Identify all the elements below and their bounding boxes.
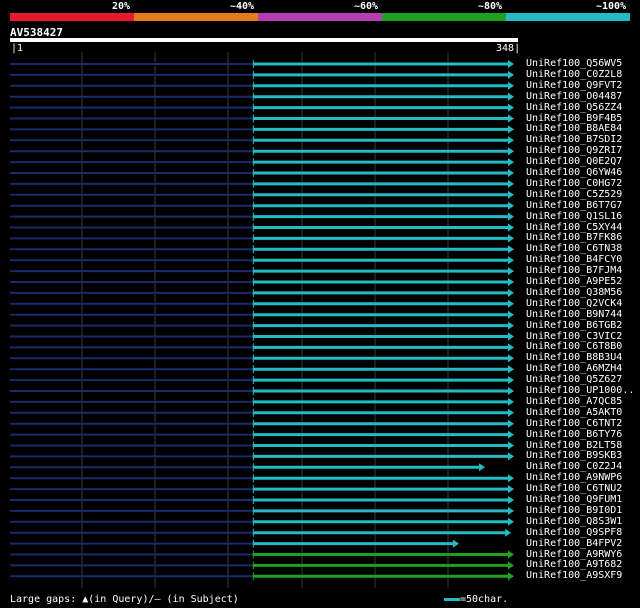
- hit-label[interactable]: UniRef100_C0HG72: [526, 178, 622, 189]
- hit-label[interactable]: UniRef100_A5AKT0: [526, 407, 622, 418]
- hit-arrow-icon: [508, 256, 514, 265]
- hit-label[interactable]: UniRef100_B9SKB3: [526, 450, 622, 461]
- scale-legend: =50char.: [444, 594, 508, 605]
- hit-arrow-icon: [508, 288, 514, 297]
- hit-label[interactable]: UniRef100_C0Z2J4: [526, 461, 622, 472]
- hit-arrow-icon: [508, 310, 514, 319]
- hit-arrow-icon: [508, 158, 514, 167]
- hit-label[interactable]: UniRef100_B4FPV2: [526, 538, 622, 549]
- hit-label[interactable]: UniRef100_C6T8B0: [526, 341, 622, 352]
- hit-arrow-icon: [508, 517, 514, 526]
- hit-arrow-icon: [508, 278, 514, 286]
- hit-arrow-icon: [508, 179, 514, 188]
- hit-arrow-icon: [508, 125, 514, 134]
- hit-label[interactable]: UniRef100_O04487: [526, 91, 622, 102]
- hit-label[interactable]: UniRef100_Q0E2Q7: [526, 156, 622, 167]
- hit-label[interactable]: UniRef100_Q9SPF8: [526, 527, 622, 538]
- hit-label[interactable]: UniRef100_B7FJM4: [526, 265, 622, 276]
- scale-bar-icon: [444, 597, 460, 601]
- hit-arrow-icon: [508, 223, 514, 232]
- hit-arrow-icon: [508, 212, 514, 221]
- hit-arrow-icon: [508, 572, 514, 581]
- hit-label[interactable]: UniRef100_Q38M56: [526, 287, 622, 298]
- hit-label[interactable]: UniRef100_C3VIC2: [526, 331, 622, 342]
- hit-label[interactable]: UniRef100_Q5Z627: [526, 374, 622, 385]
- hit-label[interactable]: UniRef100_A9SXF9: [526, 570, 622, 581]
- hit-label[interactable]: UniRef100_A7QC85: [526, 396, 622, 407]
- hit-label[interactable]: UniRef100_Q1SL16: [526, 211, 622, 222]
- hit-label[interactable]: UniRef100_Q56ZZ4: [526, 102, 622, 113]
- hit-label[interactable]: UniRef100_B8AE84: [526, 123, 622, 134]
- hit-arrow-icon: [508, 190, 514, 199]
- hit-label[interactable]: UniRef100_Q9FVT2: [526, 80, 622, 91]
- hit-arrow-icon: [508, 169, 514, 177]
- hit-arrow-icon: [508, 550, 514, 559]
- hit-label[interactable]: UniRef100_A9T682: [526, 559, 622, 570]
- hit-arrow-icon: [508, 354, 514, 363]
- hit-label[interactable]: UniRef100_B4FCY0: [526, 254, 622, 265]
- hit-arrow-icon: [508, 452, 514, 461]
- hit-arrow-icon: [508, 92, 514, 101]
- hit-label[interactable]: UniRef100_Q6YW46: [526, 167, 622, 178]
- hit-arrow-icon: [508, 441, 514, 450]
- hit-arrow-icon: [508, 397, 514, 406]
- hit-arrow-icon: [508, 299, 514, 308]
- hit-arrow-icon: [508, 365, 514, 374]
- hit-label[interactable]: UniRef100_A6MZH4: [526, 363, 622, 374]
- hit-arrow-icon: [508, 114, 514, 123]
- hit-arrow-icon: [505, 528, 512, 537]
- hit-arrow-icon: [508, 343, 514, 352]
- hit-label[interactable]: UniRef100_C6TN38: [526, 243, 622, 254]
- hit-arrow-icon: [508, 419, 514, 428]
- hit-label[interactable]: UniRef100_Q9ZRI7: [526, 145, 622, 156]
- hit-label[interactable]: UniRef100_Q2VCK4: [526, 298, 622, 309]
- hit-label[interactable]: UniRef100_B6TGB2: [526, 320, 622, 331]
- hit-arrow-icon: [508, 408, 514, 417]
- hit-label[interactable]: UniRef100_B9N744: [526, 309, 622, 320]
- hit-arrow-icon: [508, 60, 514, 68]
- hit-label[interactable]: UniRef100_A9PE52: [526, 276, 622, 287]
- hit-arrow-icon: [479, 463, 486, 472]
- hit-arrow-icon: [508, 376, 514, 385]
- hit-label[interactable]: UniRef100_A9RWY6: [526, 549, 622, 560]
- hit-label[interactable]: UniRef100_Q9FUM1: [526, 494, 622, 505]
- hit-arrow-icon: [508, 561, 514, 570]
- hit-label[interactable]: UniRef100_C6TNT2: [526, 418, 622, 429]
- hit-label[interactable]: UniRef100_B9I0D1: [526, 505, 622, 516]
- hit-label[interactable]: UniRef100_C5Z529: [526, 189, 622, 200]
- hit-label[interactable]: UniRef100_B7SDI2: [526, 134, 622, 145]
- hit-label[interactable]: UniRef100_UP1000..: [526, 385, 634, 396]
- hit-label[interactable]: UniRef100_A9NWP6: [526, 472, 622, 483]
- hit-arrow-icon: [508, 70, 514, 79]
- hit-arrow-icon: [508, 506, 514, 515]
- hit-label[interactable]: UniRef100_B8B3U4: [526, 352, 622, 363]
- hit-arrow-icon: [508, 321, 514, 330]
- hit-label[interactable]: UniRef100_B6TY76: [526, 429, 622, 440]
- hit-label[interactable]: UniRef100_C5XY44: [526, 222, 622, 233]
- hit-arrow-icon: [508, 103, 514, 112]
- footer-gap-legend: Large gaps: ▲(in Query)/– (in Subject): [10, 594, 239, 605]
- hit-arrow-icon: [508, 474, 514, 483]
- hit-arrow-icon: [508, 136, 514, 145]
- hit-arrow-icon: [508, 245, 514, 254]
- hit-arrow-icon: [508, 147, 514, 156]
- hit-arrow-icon: [508, 496, 514, 504]
- hit-label[interactable]: UniRef100_B9F4B5: [526, 113, 622, 124]
- hit-arrow-icon: [508, 81, 514, 90]
- hit-label[interactable]: UniRef100_B6T7G7: [526, 200, 622, 211]
- hit-label[interactable]: UniRef100_Q56WV5: [526, 58, 622, 69]
- hit-arrow-icon: [508, 430, 514, 439]
- hit-label[interactable]: UniRef100_C6TNU2: [526, 483, 622, 494]
- hit-arrow-icon: [508, 387, 514, 395]
- hit-arrow-icon: [508, 234, 514, 243]
- hit-arrow-icon: [508, 485, 514, 494]
- hit-arrow-icon: [508, 332, 514, 341]
- hit-label[interactable]: UniRef100_Q8S3W1: [526, 516, 622, 527]
- hit-label[interactable]: UniRef100_B2LT58: [526, 440, 622, 451]
- hit-arrow-icon: [508, 267, 514, 276]
- hit-arrow-icon: [452, 539, 459, 548]
- hit-arrow-icon: [508, 201, 514, 210]
- hit-label[interactable]: UniRef100_C0Z2L8: [526, 69, 622, 80]
- hit-label[interactable]: UniRef100_B7FK86: [526, 232, 622, 243]
